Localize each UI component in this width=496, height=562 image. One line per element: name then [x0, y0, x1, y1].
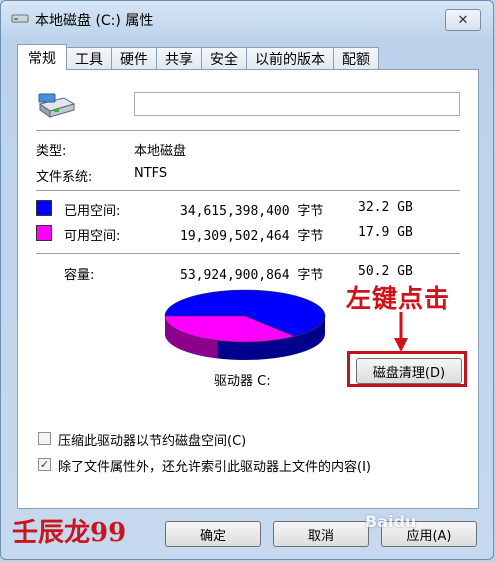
index-checkbox[interactable]: ✓ [38, 458, 51, 471]
annotation-arrow-icon [394, 312, 408, 352]
tab-strip: 常规 工具 硬件 共享 安全 以前的版本 配额 [17, 44, 379, 70]
filesystem-value: NTFS [134, 166, 168, 181]
ok-button[interactable]: 确定 [165, 521, 261, 547]
title-bar[interactable]: 本地磁盘 (C:) 属性 ✕ [1, 1, 493, 35]
free-space-label: 可用空间: [64, 229, 121, 244]
tab-security[interactable]: 安全 [201, 47, 247, 69]
tab-quota[interactable]: 配额 [333, 47, 379, 69]
author-watermark: 壬辰龙99 [12, 518, 127, 548]
disk-usage-pie-chart [164, 289, 326, 360]
drive-letter-label: 驱动器 C: [214, 374, 271, 389]
filesystem-label: 文件系统: [36, 170, 93, 185]
compress-checkbox[interactable] [38, 432, 51, 445]
used-space-bytes: 34,615,398,400 字节 [180, 204, 324, 219]
window-title: 本地磁盘 (C:) 属性 [35, 13, 154, 29]
capacity-size: 50.2 GB [358, 264, 413, 279]
tab-general[interactable]: 常规 [17, 44, 67, 70]
tab-tools[interactable]: 工具 [66, 47, 112, 69]
tab-hardware[interactable]: 硬件 [111, 47, 157, 69]
baidu-watermark: Baidu [365, 512, 417, 531]
divider [36, 190, 460, 191]
annotation-text: 左键点击 [346, 284, 451, 313]
checkmark-icon: ✓ [39, 458, 50, 471]
used-space-size: 32.2 GB [358, 200, 413, 215]
tab-sharing[interactable]: 共享 [156, 47, 202, 69]
free-space-swatch [36, 225, 52, 241]
type-label: 类型: [36, 144, 67, 159]
divider [36, 130, 460, 131]
capacity-label: 容量: [64, 268, 95, 283]
used-space-label: 已用空间: [64, 204, 121, 219]
hard-drive-icon [38, 93, 76, 118]
capacity-bytes: 53,924,900,864 字节 [180, 268, 324, 283]
cancel-button[interactable]: 取消 [273, 521, 369, 547]
drive-icon [11, 14, 29, 23]
index-label: 除了文件属性外，还允许索引此驱动器上文件的内容(I) [58, 460, 371, 475]
close-icon: ✕ [457, 12, 469, 28]
free-space-size: 17.9 GB [358, 225, 413, 240]
cleanup-highlight-box [347, 351, 467, 387]
free-space-bytes: 19,309,502,464 字节 [180, 229, 324, 244]
tab-previous-versions[interactable]: 以前的版本 [246, 47, 334, 69]
type-value: 本地磁盘 [134, 144, 187, 159]
volume-name-input[interactable] [134, 92, 460, 116]
used-space-swatch [36, 200, 52, 216]
close-button[interactable]: ✕ [445, 9, 481, 31]
divider [36, 253, 460, 254]
compress-label: 压缩此驱动器以节约磁盘空间(C) [58, 434, 247, 449]
